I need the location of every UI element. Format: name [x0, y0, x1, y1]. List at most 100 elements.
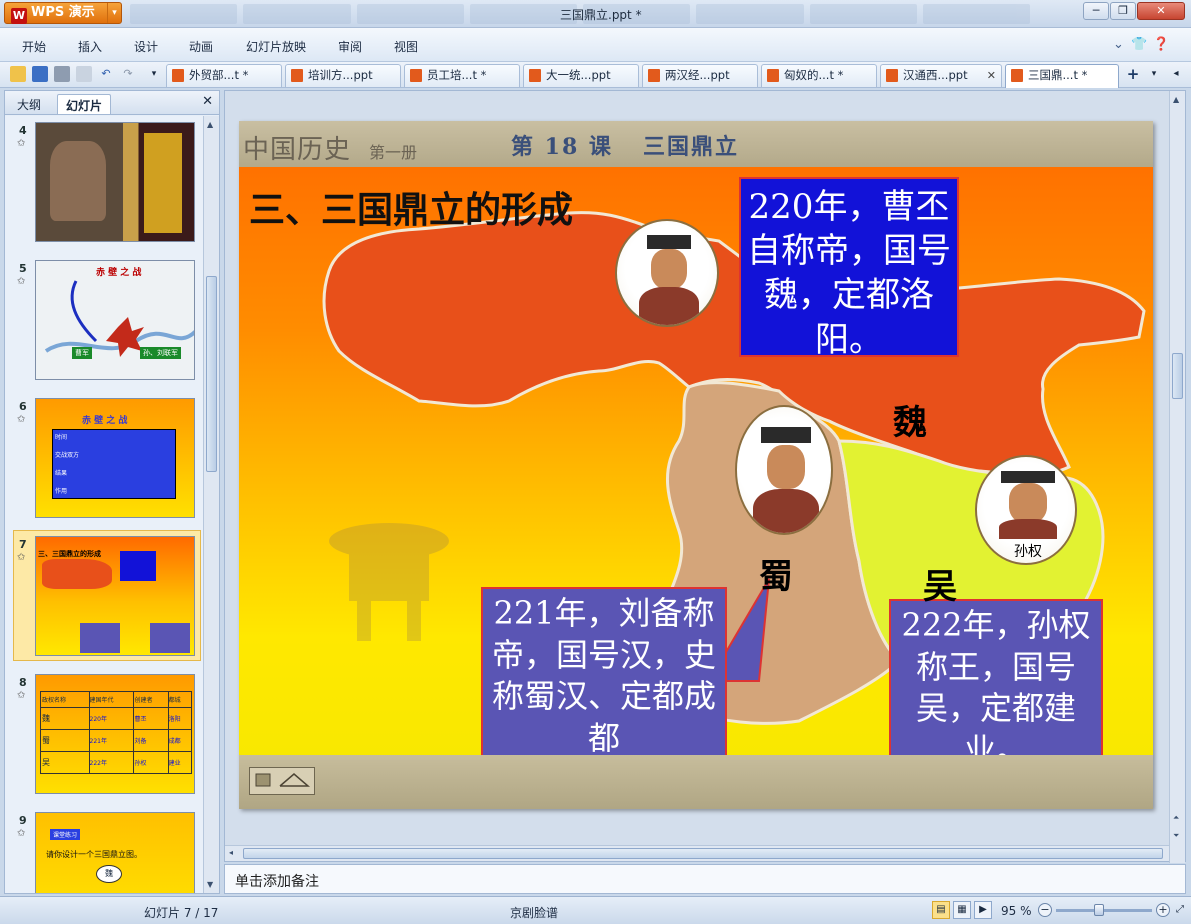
- scroll-up-icon[interactable]: ▲: [207, 120, 213, 129]
- close-tab-icon[interactable]: ✕: [987, 65, 996, 86]
- menu-view[interactable]: 视图: [394, 38, 418, 55]
- toolbar-dropdown-icon[interactable]: ▾: [146, 66, 162, 82]
- thumb-table: 时间 交战双方 结果 作用: [52, 429, 176, 499]
- new-tab-icon[interactable]: +: [1125, 66, 1141, 82]
- skin-icon[interactable]: 👕: [1131, 37, 1147, 52]
- thumb-text: 请你设计一个三国鼎立图。: [46, 850, 142, 859]
- zoom-slider-track[interactable]: [1056, 909, 1152, 912]
- pane-tabs: 大纲 幻灯片 ✕: [5, 91, 219, 115]
- slide-thumb[interactable]: 5 ✩ 赤 壁 之 战 曹军 孙、刘联军: [13, 260, 201, 384]
- slide-title[interactable]: 三、三国鼎立的形成: [249, 181, 573, 233]
- maximize-button[interactable]: ❐: [1110, 2, 1136, 20]
- doc-tab[interactable]: 匈奴的...t *: [761, 64, 877, 87]
- wps-menu-button[interactable]: W WPS 演示 ▾: [4, 2, 122, 24]
- tab-menu-icon[interactable]: ▾: [1146, 66, 1162, 82]
- quick-toolbar: ↶ ↷ ▾ 外贸部...t * 培训方...ppt 员工培...t * 大一统.…: [0, 62, 1191, 88]
- zoom-slider-knob[interactable]: [1094, 904, 1104, 916]
- cao-pi-portrait[interactable]: [615, 219, 719, 327]
- doc-tab[interactable]: 两汉经...ppt: [642, 64, 758, 87]
- scroll-up-icon[interactable]: ▲: [1173, 95, 1179, 104]
- undo-icon[interactable]: ↶: [98, 66, 114, 82]
- save-icon[interactable]: [32, 66, 48, 82]
- sun-quan-portrait[interactable]: 孙权: [975, 455, 1077, 565]
- wei-textbox[interactable]: 220年，曹丕自称帝，国号魏，定都洛阳。: [739, 177, 959, 360]
- notes-pane[interactable]: 单击添加备注: [224, 864, 1186, 894]
- kingdom-wei-label: 魏: [893, 403, 927, 443]
- slide-thumb[interactable]: 6 ✩ 赤 壁 之 战 时间 交战双方 结果 作用: [13, 398, 201, 522]
- scroll-left-icon[interactable]: ◂: [229, 848, 233, 857]
- return-button[interactable]: [249, 767, 315, 795]
- close-icon[interactable]: ✕: [202, 94, 213, 109]
- doc-tab-label: 汉通西...ppt: [903, 68, 968, 82]
- wu-textbox[interactable]: 222年，孙权称王，国号吴，定都建业。: [889, 599, 1103, 781]
- return-icon: [255, 773, 311, 787]
- thumb-title: 赤 壁 之 战: [82, 416, 128, 426]
- slideshow-icon[interactable]: ▶: [974, 901, 992, 919]
- scroll-thumb[interactable]: [1172, 353, 1183, 399]
- close-button[interactable]: ✕: [1137, 2, 1185, 20]
- slide-editor: 中国历史 第一册 第 18 课 三国鼎立 三、三国鼎立的形成 220年，曹丕自称…: [224, 90, 1186, 863]
- collapse-ribbon-icon[interactable]: ⌄: [1113, 37, 1124, 52]
- face-shape: [767, 445, 805, 489]
- slide-number: 9: [19, 814, 27, 827]
- doc-tab-active[interactable]: 三国鼎...t *: [1005, 64, 1119, 88]
- doc-tab[interactable]: 培训方...ppt: [285, 64, 401, 87]
- scroll-down-icon[interactable]: ▼: [207, 880, 213, 889]
- doc-tab[interactable]: 大一统...ppt: [523, 64, 639, 87]
- doc-tab[interactable]: 汉通西...ppt ✕: [880, 64, 1002, 87]
- prev-slide-icon[interactable]: ⏶: [1173, 813, 1179, 823]
- zoom-out-icon[interactable]: −: [1038, 903, 1052, 917]
- minimize-button[interactable]: ─: [1083, 2, 1109, 20]
- face-shape: [651, 249, 687, 289]
- wps-logo-icon: W: [11, 8, 27, 24]
- menu-slideshow[interactable]: 幻灯片放映: [246, 38, 306, 55]
- print-icon[interactable]: [54, 66, 70, 82]
- slide-thumb-image: 政权名称 建国年代 创建者 都城 魏 220年 曹丕 洛阳 蜀 221年 刘备 成都 吴 222年孙…: [35, 674, 195, 794]
- menu-insert[interactable]: 插入: [78, 38, 102, 55]
- print-preview-icon[interactable]: [76, 66, 92, 82]
- tab-slides[interactable]: 幻灯片: [57, 94, 112, 114]
- menu-review[interactable]: 审阅: [338, 38, 362, 55]
- zoom-in-icon[interactable]: +: [1156, 903, 1170, 917]
- doc-tab-label: 三国鼎...t *: [1028, 68, 1088, 82]
- vertical-banner: [144, 133, 182, 233]
- thumbnail-scrollbar[interactable]: ▲ ▼: [203, 116, 219, 893]
- slide-thumb[interactable]: 4 ✩: [13, 122, 201, 246]
- help-icon[interactable]: ❓: [1153, 37, 1169, 52]
- zoom-level: 95 %: [1001, 904, 1032, 918]
- thumb-cell: 221年: [88, 729, 135, 752]
- open-icon[interactable]: [10, 66, 26, 82]
- menu-design[interactable]: 设计: [134, 38, 158, 55]
- shu-textbox[interactable]: 221年，刘备称帝，国号汉，史称蜀汉、定都成都: [481, 587, 727, 769]
- animation-icon: ✩: [17, 828, 26, 839]
- tab-scroll-icon[interactable]: ◂: [1168, 66, 1184, 82]
- liu-bei-portrait[interactable]: [735, 405, 833, 535]
- editor-vscrollbar[interactable]: ▲ ⏶ ⏷: [1169, 91, 1185, 863]
- scroll-thumb[interactable]: [243, 848, 1163, 859]
- fit-window-icon[interactable]: ⤢: [1176, 904, 1184, 915]
- chevron-down-icon[interactable]: ▾: [107, 3, 121, 23]
- ppt-icon: [410, 69, 422, 82]
- slide-thumb-selected[interactable]: 7 ✩ 三、三国鼎立的形成: [13, 530, 201, 661]
- scroll-thumb[interactable]: [206, 276, 217, 472]
- slide-thumb-image: 课堂练习 请你设计一个三国鼎立图。 魏: [35, 812, 195, 893]
- thumb-map-region: [42, 559, 112, 589]
- ppt-icon: [886, 69, 898, 82]
- menu-animation[interactable]: 动画: [189, 38, 213, 55]
- animation-icon: ✩: [17, 414, 26, 425]
- doc-tab[interactable]: 员工培...t *: [404, 64, 520, 87]
- slide-sorter-icon[interactable]: ▦: [953, 901, 971, 919]
- thumb-cell: 220年: [88, 707, 135, 730]
- next-slide-icon[interactable]: ⏷: [1173, 831, 1179, 841]
- normal-view-icon[interactable]: ▤: [932, 901, 950, 919]
- menu-home[interactable]: 开始: [22, 38, 46, 55]
- slide-thumb[interactable]: 9 ✩ 课堂练习 请你设计一个三国鼎立图。 魏: [13, 812, 201, 893]
- slide-thumb[interactable]: 8 ✩ 政权名称 建国年代 创建者 都城 魏 220年 曹丕 洛阳 蜀 221年 刘备 成都 吴2…: [13, 674, 201, 798]
- current-slide[interactable]: 中国历史 第一册 第 18 课 三国鼎立 三、三国鼎立的形成 220年，曹丕自称…: [239, 121, 1153, 809]
- tab-outline[interactable]: 大纲: [9, 94, 49, 114]
- redo-icon[interactable]: ↷: [120, 66, 136, 82]
- robe-shape: [999, 519, 1057, 539]
- doc-tab[interactable]: 外贸部...t *: [166, 64, 282, 87]
- editor-hscrollbar[interactable]: ◂: [225, 845, 1169, 861]
- face-shape: [1009, 483, 1047, 523]
